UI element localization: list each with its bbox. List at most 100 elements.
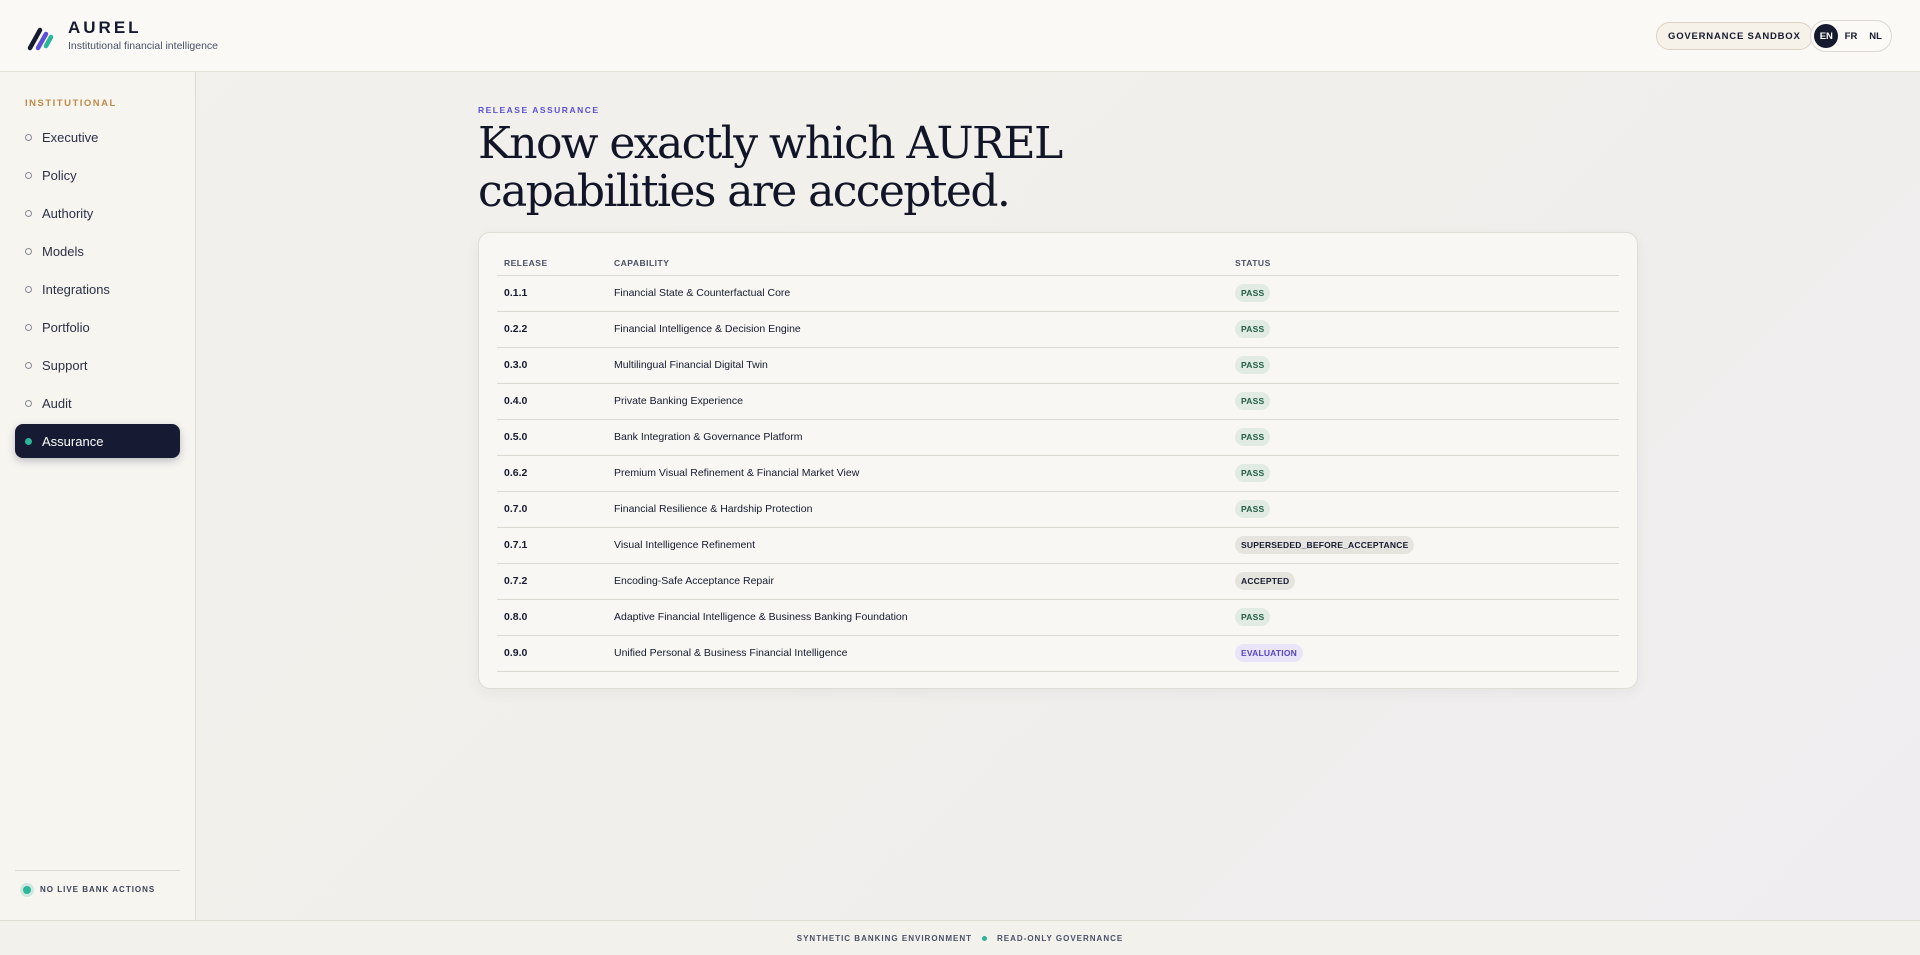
release-cell: 0.3.0 xyxy=(497,347,607,384)
sidebar-item-integrations[interactable]: Integrations xyxy=(15,272,180,306)
table-row: 0.7.0 Financial Resilience & Hardship Pro… xyxy=(497,491,1619,528)
sidebar-item-policy[interactable]: Policy xyxy=(15,158,180,192)
sidebar-item-models[interactable]: Models xyxy=(15,234,180,268)
capability-cell: Financial Resilience & Hardship Protecti… xyxy=(607,491,1228,528)
capability-cell: Encoding-Safe Acceptance Repair xyxy=(607,563,1228,600)
sidebar-item-label: Audit xyxy=(42,395,72,411)
status-badge: PASS xyxy=(1235,608,1271,626)
status-badge: PASS xyxy=(1235,356,1271,374)
table-row: 0.4.0 Private Banking Experience PASS xyxy=(497,383,1619,420)
language-nl-button[interactable]: NL xyxy=(1864,24,1888,48)
release-table-card: RELEASE CAPABILITY STATUS 0.1.1 Financial… xyxy=(478,232,1638,689)
sidebar-item-audit[interactable]: Audit xyxy=(15,386,180,420)
release-cell: 0.7.2 xyxy=(497,563,607,600)
sidebar-nav: Executive Policy Authority Models Integr… xyxy=(15,120,180,462)
sidebar-item-assurance[interactable]: Assurance xyxy=(15,424,180,458)
sidebar-item-label: Support xyxy=(42,357,88,373)
nav-dot-icon xyxy=(25,247,32,255)
language-en-button[interactable]: EN xyxy=(1814,24,1839,48)
sidebar-status-label: NO LIVE BANK ACTIONS xyxy=(40,885,156,894)
nav-dot-icon xyxy=(25,171,32,179)
page-eyebrow: RELEASE ASSURANCE xyxy=(478,105,600,115)
column-header-status: STATUS xyxy=(1228,251,1619,276)
sidebar-item-label: Authority xyxy=(42,205,94,221)
table-row: 0.2.2 Financial Intelligence & Decision E… xyxy=(497,311,1619,348)
sidebar-status: NO LIVE BANK ACTIONS xyxy=(15,870,180,894)
release-cell: 0.4.0 xyxy=(497,383,607,420)
status-dot-icon xyxy=(23,885,31,894)
status-badge: PASS xyxy=(1235,320,1271,338)
table-row: 0.5.0 Bank Integration & Governance Platf… xyxy=(497,419,1619,456)
sidebar: INSTITUTIONAL Executive Policy Authority… xyxy=(0,72,196,920)
status-badge: PASS xyxy=(1235,284,1271,302)
sidebar-item-label: Assurance xyxy=(42,433,104,449)
aurel-slash-logo-icon xyxy=(27,27,54,51)
capability-cell: Financial Intelligence & Decision Engine xyxy=(607,311,1228,348)
top-header: AUREL Institutional financial intelligen… xyxy=(0,0,1920,72)
language-switcher: EN FR NL xyxy=(1810,20,1892,52)
table-row: 0.7.1 Visual Intelligence Refinement SUPER… xyxy=(497,527,1619,564)
capability-cell: Private Banking Experience xyxy=(607,383,1228,420)
page-title-line-2: capabilities are accepted. xyxy=(478,166,1011,217)
release-cell: 0.5.0 xyxy=(497,419,607,456)
table-row: 0.3.0 Multilingual Financial Digital Twin… xyxy=(497,347,1619,384)
release-cell: 0.7.0 xyxy=(497,491,607,528)
brand[interactable]: AUREL Institutional financial intelligen… xyxy=(26,18,218,54)
table-row: 0.8.0 Adaptive Financial Intelligence & B… xyxy=(497,599,1619,636)
nav-dot-icon xyxy=(25,209,32,217)
sidebar-section-title: INSTITUTIONAL xyxy=(25,98,117,109)
status-badge: SUPERSEDED_BEFORE_ACCEPTANCE xyxy=(1235,536,1415,554)
sidebar-item-portfolio[interactable]: Portfolio xyxy=(15,310,180,344)
footer-governance-label: READ-ONLY GOVERNANCE xyxy=(996,933,1124,943)
nav-dot-icon xyxy=(25,133,32,141)
column-header-release: RELEASE xyxy=(497,251,607,276)
footer-environment-label: SYNTHETIC BANKING ENVIRONMENT xyxy=(796,933,972,943)
table-row: 0.9.0 Unified Personal & Business Financi… xyxy=(497,635,1619,672)
status-badge: PASS xyxy=(1235,464,1271,482)
capability-cell: Unified Personal & Business Financial In… xyxy=(607,635,1228,672)
status-badge: EVALUATION xyxy=(1235,644,1303,662)
governance-sandbox-badge[interactable]: GOVERNANCE SANDBOX xyxy=(1656,22,1813,50)
release-cell: 0.7.1 xyxy=(497,527,607,564)
brand-tagline: Institutional financial intelligence xyxy=(68,40,219,52)
sidebar-item-label: Portfolio xyxy=(42,319,90,335)
capability-cell: Premium Visual Refinement & Financial Ma… xyxy=(607,455,1228,492)
sidebar-item-executive[interactable]: Executive xyxy=(15,120,180,154)
table-row: 0.1.1 Financial State & Counterfactual Co… xyxy=(497,275,1619,312)
release-cell: 0.6.2 xyxy=(497,455,607,492)
nav-dot-icon xyxy=(25,399,32,407)
page-footer: SYNTHETIC BANKING ENVIRONMENT READ-ONLY … xyxy=(0,920,1920,955)
table-header-row: RELEASE CAPABILITY STATUS xyxy=(497,251,1619,276)
nav-dot-icon xyxy=(25,437,32,445)
brand-name: AUREL xyxy=(68,18,142,37)
capability-cell: Financial State & Counterfactual Core xyxy=(607,275,1228,312)
nav-dot-icon xyxy=(25,361,32,369)
nav-dot-icon xyxy=(25,285,32,293)
capability-cell: Multilingual Financial Digital Twin xyxy=(607,347,1228,384)
release-cell: 0.8.0 xyxy=(497,599,607,636)
table-row: 0.7.2 Encoding-Safe Acceptance Repair ACCE… xyxy=(497,563,1619,600)
footer-dot-icon xyxy=(981,935,987,941)
language-fr-button[interactable]: FR xyxy=(1839,24,1863,48)
release-cell: 0.9.0 xyxy=(497,635,607,672)
column-header-capability: CAPABILITY xyxy=(607,251,1228,276)
sidebar-item-support[interactable]: Support xyxy=(15,348,180,382)
sidebar-item-label: Models xyxy=(42,243,84,259)
capability-cell: Visual Intelligence Refinement xyxy=(607,527,1228,564)
status-badge: PASS xyxy=(1235,392,1271,410)
capability-cell: Adaptive Financial Intelligence & Busine… xyxy=(607,599,1228,636)
page-title-line-1: Know exactly which AUREL xyxy=(478,118,1063,169)
nav-dot-icon xyxy=(25,323,32,331)
release-cell: 0.1.1 xyxy=(497,275,607,312)
status-badge: ACCEPTED xyxy=(1235,572,1296,590)
sidebar-item-label: Executive xyxy=(42,129,99,145)
sidebar-item-label: Policy xyxy=(42,167,77,183)
page-title: Know exactly which AUREL capabilities ar… xyxy=(478,120,1178,216)
status-badge: PASS xyxy=(1235,500,1271,518)
sidebar-item-label: Integrations xyxy=(42,281,110,297)
sidebar-item-authority[interactable]: Authority xyxy=(15,196,180,230)
release-table: RELEASE CAPABILITY STATUS 0.1.1 Financial… xyxy=(497,251,1619,672)
table-row: 0.6.2 Premium Visual Refinement & Financi… xyxy=(497,455,1619,492)
capability-cell: Bank Integration & Governance Platform xyxy=(607,419,1228,456)
release-cell: 0.2.2 xyxy=(497,311,607,348)
